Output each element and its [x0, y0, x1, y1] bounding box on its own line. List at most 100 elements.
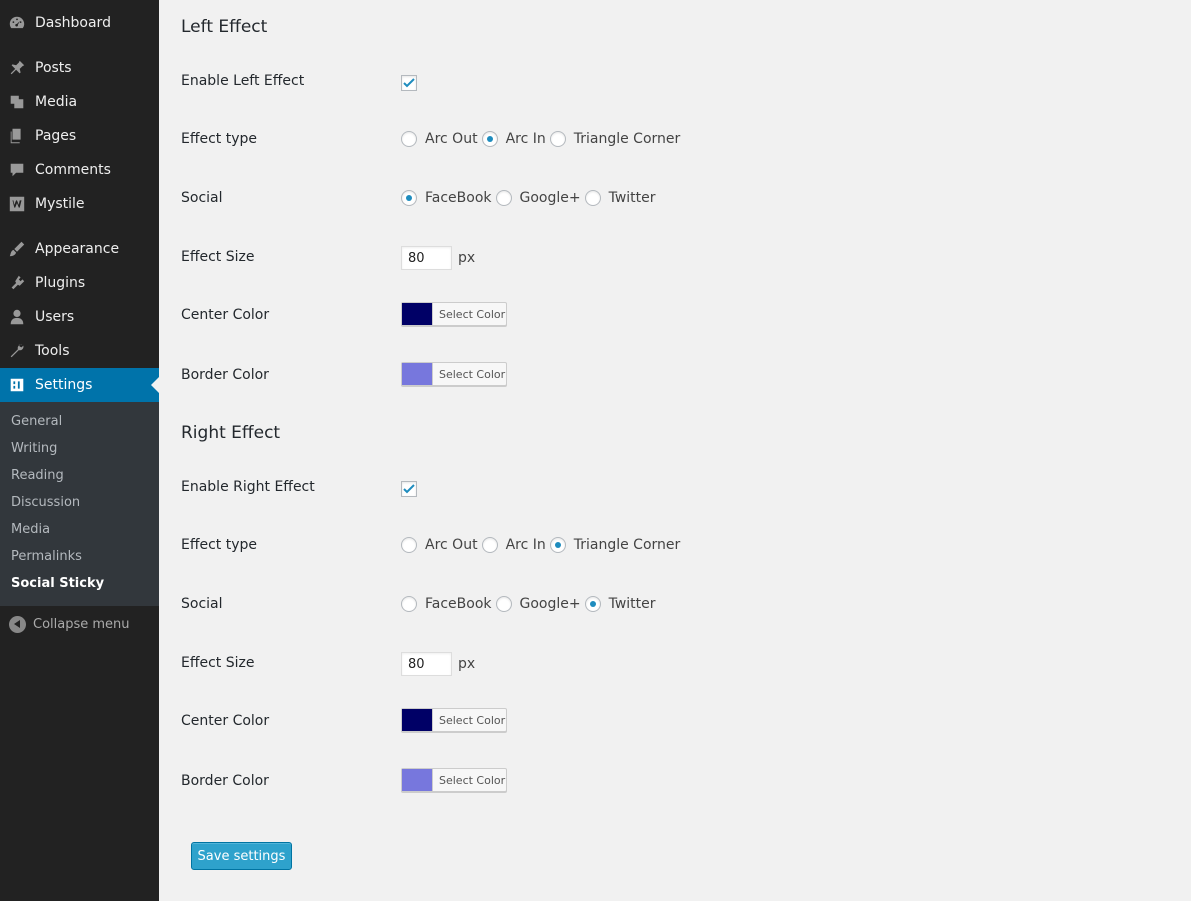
sidebar-item-posts[interactable]: Posts	[0, 51, 159, 85]
right-social-radio-google[interactable]	[495, 596, 512, 612]
collapse-menu-label: Collapse menu	[33, 616, 130, 632]
left-center-color-label: Center Color	[181, 307, 270, 323]
active-indicator	[151, 377, 159, 393]
save-settings-button[interactable]: Save settings	[191, 842, 292, 870]
right-social-group: FaceBook Google+ Twitter	[401, 595, 660, 613]
left-size-label: Effect Size	[181, 249, 255, 265]
sidebar-item-label: Plugins	[35, 275, 86, 291]
right-size-row: px	[401, 652, 475, 676]
right-border-color-label: Border Color	[181, 773, 269, 789]
submenu-item-discussion[interactable]: Discussion	[11, 495, 80, 510]
right-enable-checkbox[interactable]	[401, 481, 417, 497]
submenu-item-general[interactable]: General	[11, 414, 62, 429]
sidebar-item-dashboard[interactable]: Dashboard	[0, 6, 159, 40]
left-enable-checkbox[interactable]	[401, 75, 417, 91]
plug-icon	[7, 273, 27, 293]
radio-label: Arc Out	[425, 131, 478, 147]
right-center-color-picker[interactable]: Select Color	[401, 708, 507, 732]
radio-label: FaceBook	[425, 596, 492, 612]
select-color-label: Select Color	[439, 773, 506, 787]
radio-label: Arc In	[505, 131, 546, 147]
collapse-arrow-icon	[9, 615, 26, 633]
sidebar-item-pages[interactable]: Pages	[0, 119, 159, 153]
sidebar-item-label: Appearance	[35, 241, 120, 257]
color-swatch	[402, 363, 433, 385]
submenu-item-media[interactable]: Media	[11, 522, 50, 537]
sidebar-item-label: Dashboard	[35, 15, 111, 31]
sidebar-item-label: Tools	[35, 343, 70, 359]
radio-label: Triangle Corner	[573, 537, 681, 553]
left-effect-title: Left Effect	[181, 17, 268, 37]
sidebar-item-label: Pages	[35, 128, 77, 144]
user-icon	[7, 307, 27, 327]
left-effect-type-group: Arc Out Arc In Triangle Corner	[401, 130, 684, 148]
comment-icon	[7, 160, 27, 180]
left-effect-radio-arc-in[interactable]	[481, 131, 498, 147]
sidebar-item-label: Media	[35, 94, 78, 110]
right-effect-title: Right Effect	[181, 423, 281, 443]
settings-icon	[7, 375, 27, 395]
sidebar-item-tools[interactable]: Tools	[0, 334, 159, 368]
left-social-label: Social	[181, 190, 223, 206]
right-effect-type-label: Effect type	[181, 537, 258, 553]
settings-submenu: General Writing Reading Discussion Media…	[0, 402, 159, 606]
woo-icon	[7, 194, 27, 214]
sidebar-item-label: Users	[35, 309, 75, 325]
sidebar-item-users[interactable]: Users	[0, 300, 159, 334]
sidebar-item-settings[interactable]: Settings	[0, 368, 159, 402]
submenu-item-writing[interactable]: Writing	[11, 441, 57, 456]
left-center-color-picker[interactable]: Select Color	[401, 302, 507, 326]
sidebar-item-label: Posts	[35, 60, 72, 76]
brush-icon	[7, 239, 27, 259]
right-border-color-picker[interactable]: Select Color	[401, 768, 507, 792]
right-effect-type-group: Arc Out Arc In Triangle Corner	[401, 536, 684, 554]
sidebar-item-mystile[interactable]: Mystile	[0, 187, 159, 221]
color-swatch	[402, 769, 433, 791]
radio-label: Google+	[519, 596, 581, 612]
radio-label: Twitter	[608, 596, 656, 612]
size-unit: px	[458, 250, 476, 266]
select-color-label: Select Color	[439, 367, 506, 381]
checkmark-icon	[403, 78, 415, 88]
right-center-color-label: Center Color	[181, 713, 270, 729]
left-enable-label: Enable Left Effect	[181, 73, 305, 89]
radio-label: Google+	[519, 190, 581, 206]
left-border-color-picker[interactable]: Select Color	[401, 362, 507, 386]
right-social-radio-facebook[interactable]	[401, 596, 417, 612]
checkmark-icon	[403, 484, 415, 494]
right-size-input[interactable]	[401, 652, 452, 676]
radio-label: Arc Out	[425, 537, 478, 553]
left-effect-radio-arc-out[interactable]	[401, 131, 417, 147]
sidebar-item-label: Mystile	[35, 196, 85, 212]
dashboard-icon	[7, 13, 27, 33]
radio-label: Arc In	[505, 537, 546, 553]
sidebar-item-media[interactable]: Media	[0, 85, 159, 119]
sidebar-item-appearance[interactable]: Appearance	[0, 232, 159, 266]
right-effect-radio-triangle-corner[interactable]	[549, 537, 566, 553]
right-social-radio-twitter[interactable]	[584, 596, 601, 612]
select-color-label: Select Color	[439, 307, 506, 321]
right-size-label: Effect Size	[181, 655, 255, 671]
pin-icon	[7, 58, 27, 78]
collapse-menu-button[interactable]: Collapse menu	[0, 612, 159, 636]
submenu-item-social-sticky[interactable]: Social Sticky	[11, 576, 104, 591]
submenu-item-reading[interactable]: Reading	[11, 468, 64, 483]
radio-label: Triangle Corner	[573, 131, 681, 147]
left-social-radio-google[interactable]	[495, 190, 512, 206]
right-social-label: Social	[181, 596, 223, 612]
left-effect-radio-triangle-corner[interactable]	[549, 131, 566, 147]
radio-label: FaceBook	[425, 190, 492, 206]
sidebar-item-comments[interactable]: Comments	[0, 153, 159, 187]
left-effect-type-label: Effect type	[181, 131, 258, 147]
right-effect-radio-arc-out[interactable]	[401, 537, 417, 553]
right-effect-radio-arc-in[interactable]	[481, 537, 498, 553]
submenu-item-permalinks[interactable]: Permalinks	[11, 549, 82, 564]
pages-icon	[7, 126, 27, 146]
left-size-input[interactable]	[401, 246, 452, 270]
color-swatch	[402, 303, 433, 325]
wrench-icon	[7, 341, 27, 361]
left-social-radio-facebook[interactable]	[401, 190, 417, 206]
left-size-row: px	[401, 246, 475, 270]
sidebar-item-plugins[interactable]: Plugins	[0, 266, 159, 300]
left-social-radio-twitter[interactable]	[584, 190, 601, 206]
